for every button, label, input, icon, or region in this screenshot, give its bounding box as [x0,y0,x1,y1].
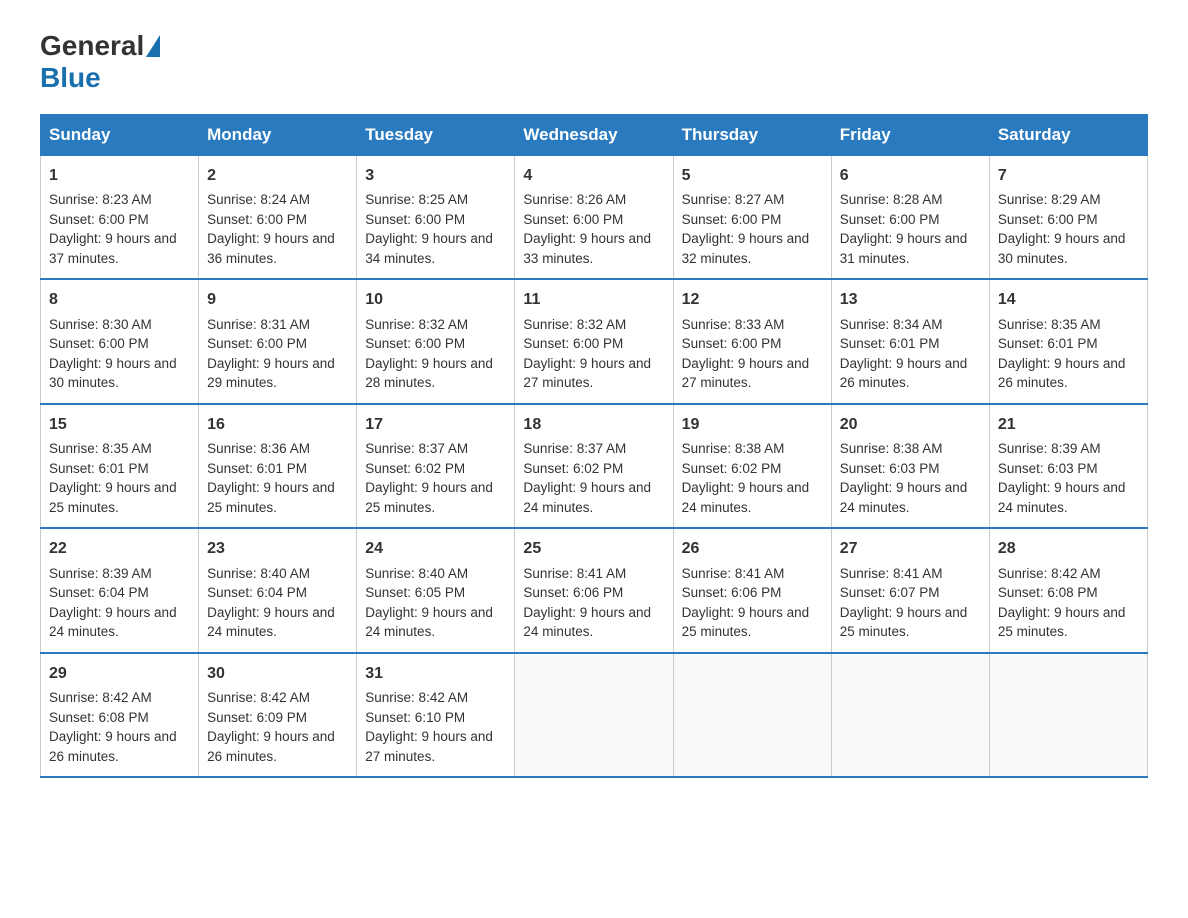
column-header-tuesday: Tuesday [357,115,515,156]
column-header-wednesday: Wednesday [515,115,673,156]
calendar-cell: 28Sunrise: 8:42 AMSunset: 6:08 PMDayligh… [989,528,1147,652]
day-number: 13 [840,288,981,311]
day-number: 4 [523,164,664,187]
calendar-cell: 15Sunrise: 8:35 AMSunset: 6:01 PMDayligh… [41,404,199,528]
column-header-sunday: Sunday [41,115,199,156]
day-number: 3 [365,164,506,187]
column-header-saturday: Saturday [989,115,1147,156]
calendar-cell: 4Sunrise: 8:26 AMSunset: 6:00 PMDaylight… [515,156,673,280]
calendar-cell: 14Sunrise: 8:35 AMSunset: 6:01 PMDayligh… [989,279,1147,403]
calendar-cell: 19Sunrise: 8:38 AMSunset: 6:02 PMDayligh… [673,404,831,528]
calendar-week-row: 8Sunrise: 8:30 AMSunset: 6:00 PMDaylight… [41,279,1148,403]
day-number: 10 [365,288,506,311]
day-number: 14 [998,288,1139,311]
calendar-cell: 23Sunrise: 8:40 AMSunset: 6:04 PMDayligh… [199,528,357,652]
calendar-cell: 22Sunrise: 8:39 AMSunset: 6:04 PMDayligh… [41,528,199,652]
day-number: 15 [49,413,190,436]
day-number: 19 [682,413,823,436]
logo-triangle-icon [146,35,160,57]
calendar-cell: 12Sunrise: 8:33 AMSunset: 6:00 PMDayligh… [673,279,831,403]
day-number: 29 [49,662,190,685]
calendar-cell: 18Sunrise: 8:37 AMSunset: 6:02 PMDayligh… [515,404,673,528]
day-number: 24 [365,537,506,560]
calendar-week-row: 1Sunrise: 8:23 AMSunset: 6:00 PMDaylight… [41,156,1148,280]
calendar-cell: 31Sunrise: 8:42 AMSunset: 6:10 PMDayligh… [357,653,515,777]
day-number: 16 [207,413,348,436]
day-number: 21 [998,413,1139,436]
calendar-cell: 8Sunrise: 8:30 AMSunset: 6:00 PMDaylight… [41,279,199,403]
calendar-cell: 21Sunrise: 8:39 AMSunset: 6:03 PMDayligh… [989,404,1147,528]
calendar-table: SundayMondayTuesdayWednesdayThursdayFrid… [40,114,1148,778]
calendar-cell: 10Sunrise: 8:32 AMSunset: 6:00 PMDayligh… [357,279,515,403]
calendar-cell: 9Sunrise: 8:31 AMSunset: 6:00 PMDaylight… [199,279,357,403]
calendar-cell: 2Sunrise: 8:24 AMSunset: 6:00 PMDaylight… [199,156,357,280]
logo: General Blue [40,30,162,94]
day-number: 7 [998,164,1139,187]
day-number: 2 [207,164,348,187]
calendar-cell: 16Sunrise: 8:36 AMSunset: 6:01 PMDayligh… [199,404,357,528]
day-number: 20 [840,413,981,436]
day-number: 12 [682,288,823,311]
calendar-header-row: SundayMondayTuesdayWednesdayThursdayFrid… [41,115,1148,156]
logo-general-text: General [40,30,144,62]
calendar-cell: 24Sunrise: 8:40 AMSunset: 6:05 PMDayligh… [357,528,515,652]
calendar-cell: 13Sunrise: 8:34 AMSunset: 6:01 PMDayligh… [831,279,989,403]
calendar-cell: 26Sunrise: 8:41 AMSunset: 6:06 PMDayligh… [673,528,831,652]
day-number: 26 [682,537,823,560]
calendar-week-row: 29Sunrise: 8:42 AMSunset: 6:08 PMDayligh… [41,653,1148,777]
column-header-thursday: Thursday [673,115,831,156]
day-number: 8 [49,288,190,311]
day-number: 28 [998,537,1139,560]
calendar-cell: 29Sunrise: 8:42 AMSunset: 6:08 PMDayligh… [41,653,199,777]
column-header-monday: Monday [199,115,357,156]
calendar-cell: 25Sunrise: 8:41 AMSunset: 6:06 PMDayligh… [515,528,673,652]
calendar-cell: 20Sunrise: 8:38 AMSunset: 6:03 PMDayligh… [831,404,989,528]
day-number: 1 [49,164,190,187]
day-number: 5 [682,164,823,187]
day-number: 27 [840,537,981,560]
day-number: 23 [207,537,348,560]
calendar-cell: 5Sunrise: 8:27 AMSunset: 6:00 PMDaylight… [673,156,831,280]
calendar-cell: 1Sunrise: 8:23 AMSunset: 6:00 PMDaylight… [41,156,199,280]
calendar-cell [515,653,673,777]
day-number: 25 [523,537,664,560]
calendar-cell: 27Sunrise: 8:41 AMSunset: 6:07 PMDayligh… [831,528,989,652]
calendar-week-row: 22Sunrise: 8:39 AMSunset: 6:04 PMDayligh… [41,528,1148,652]
calendar-cell: 30Sunrise: 8:42 AMSunset: 6:09 PMDayligh… [199,653,357,777]
calendar-cell [989,653,1147,777]
column-header-friday: Friday [831,115,989,156]
day-number: 30 [207,662,348,685]
logo-blue-text: Blue [40,62,101,93]
calendar-cell: 7Sunrise: 8:29 AMSunset: 6:00 PMDaylight… [989,156,1147,280]
calendar-cell [831,653,989,777]
calendar-cell: 6Sunrise: 8:28 AMSunset: 6:00 PMDaylight… [831,156,989,280]
day-number: 18 [523,413,664,436]
day-number: 9 [207,288,348,311]
page-header: General Blue [40,30,1148,94]
calendar-cell [673,653,831,777]
day-number: 6 [840,164,981,187]
calendar-cell: 3Sunrise: 8:25 AMSunset: 6:00 PMDaylight… [357,156,515,280]
day-number: 11 [523,288,664,311]
day-number: 31 [365,662,506,685]
calendar-cell: 17Sunrise: 8:37 AMSunset: 6:02 PMDayligh… [357,404,515,528]
calendar-week-row: 15Sunrise: 8:35 AMSunset: 6:01 PMDayligh… [41,404,1148,528]
calendar-cell: 11Sunrise: 8:32 AMSunset: 6:00 PMDayligh… [515,279,673,403]
day-number: 22 [49,537,190,560]
day-number: 17 [365,413,506,436]
